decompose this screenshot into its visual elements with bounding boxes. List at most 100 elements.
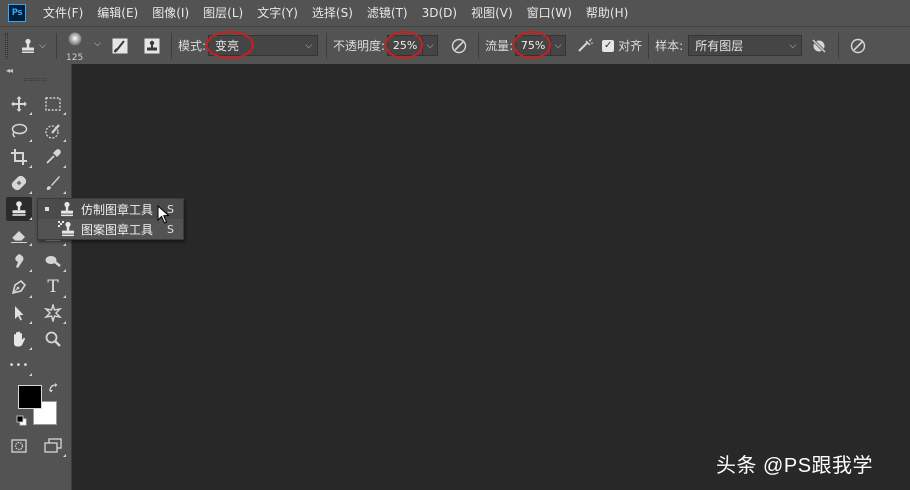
- healing-tool[interactable]: [6, 171, 32, 195]
- submenu-indicator: [63, 454, 66, 457]
- quick-mask-icon: [11, 439, 27, 453]
- aligned-checkbox[interactable]: ✓ 对齐: [602, 37, 642, 54]
- opacity-value: 25%: [392, 39, 418, 52]
- menu-filter[interactable]: 滤镜(T): [360, 0, 415, 26]
- default-colors-icon[interactable]: [16, 415, 28, 430]
- submenu-indicator: [29, 347, 32, 350]
- screen-mode-icon: [44, 438, 62, 453]
- chevron-down-icon: ⌵: [789, 40, 797, 51]
- menu-view[interactable]: 视图(V): [464, 0, 520, 26]
- submenu-indicator: [63, 321, 66, 324]
- aligned-label: 对齐: [618, 39, 643, 53]
- custom-shape-icon: [44, 304, 62, 322]
- submenu-indicator: [63, 295, 66, 298]
- ignore-adjustment-layers-button[interactable]: [806, 33, 832, 59]
- type-tool[interactable]: T: [40, 275, 66, 299]
- clone-source-button[interactable]: [139, 33, 165, 59]
- brush-panel-icon: [112, 38, 128, 53]
- divider: [648, 32, 650, 59]
- submenu-indicator: [29, 243, 32, 246]
- flow-label: 流量:: [485, 39, 514, 53]
- zoom-tool[interactable]: [40, 327, 66, 351]
- eraser-tool[interactable]: [6, 223, 32, 247]
- quick-select-tool[interactable]: [40, 119, 66, 143]
- submenu-indicator: [29, 112, 32, 115]
- flow-slider-toggle[interactable]: ⌵: [551, 35, 567, 56]
- ellipsis-icon: •••: [8, 359, 30, 371]
- menu-help[interactable]: 帮助(H): [579, 0, 635, 26]
- flyout-item-label: 仿制图章工具: [81, 202, 154, 217]
- divider: [478, 32, 480, 59]
- dodge-tool[interactable]: [40, 249, 66, 273]
- submenu-indicator: [63, 139, 66, 142]
- move-tool[interactable]: [6, 92, 32, 116]
- sample-dropdown[interactable]: 所有图层 ⌵: [688, 35, 803, 56]
- hand-icon: [14, 331, 26, 347]
- collapse-panel-icon[interactable]: ◂◂: [6, 66, 13, 75]
- submenu-indicator: [63, 191, 66, 194]
- crop-icon: [11, 149, 27, 165]
- blur-tool[interactable]: [6, 249, 32, 273]
- edit-toolbar-button[interactable]: •••: [6, 353, 32, 377]
- lasso-icon: [11, 123, 28, 138]
- clone-stamp-tool[interactable]: [6, 197, 32, 221]
- submenu-indicator: [63, 165, 66, 168]
- photoshop-logo: Ps: [8, 4, 26, 22]
- bandage-icon: [11, 175, 27, 191]
- menu-select[interactable]: 选择(S): [305, 0, 360, 26]
- pressure-opacity-button[interactable]: [446, 33, 472, 59]
- marquee-tool[interactable]: [40, 92, 66, 116]
- hand-tool[interactable]: [6, 327, 32, 351]
- mode-dropdown[interactable]: 变亮 ⌵: [206, 31, 319, 59]
- quick-mask-button[interactable]: [6, 434, 32, 458]
- chevron-down-icon: ⌵: [426, 40, 434, 51]
- menu-file[interactable]: 文件(F): [36, 0, 90, 26]
- eyedropper-tool[interactable]: [40, 145, 66, 169]
- chevron-down-icon: ⌵: [39, 40, 46, 51]
- selected-indicator: [45, 207, 49, 211]
- menu-edit[interactable]: 编辑(E): [90, 0, 145, 26]
- tool-preset-picker[interactable]: ⌵: [16, 33, 50, 59]
- brush-preset-picker[interactable]: 125 ⌵: [63, 29, 101, 63]
- chevron-down-icon: ⌵: [554, 40, 562, 51]
- options-bar-grip[interactable]: [5, 32, 8, 59]
- crop-tool[interactable]: [6, 145, 32, 169]
- submenu-indicator: [29, 217, 32, 220]
- panel-grip[interactable]: [24, 78, 46, 81]
- ignore-adjustment-icon: [812, 38, 827, 53]
- menu-layer[interactable]: 图层(L): [196, 0, 250, 26]
- quick-select-icon: [45, 124, 60, 139]
- brush-settings-button[interactable]: [107, 33, 133, 59]
- path-select-tool[interactable]: [6, 301, 32, 325]
- options-bar: ⌵ 125 ⌵ 模式: 变亮 ⌵ 不透明度: 25% ⌵ 流量: 75% ⌵ ✓…: [0, 26, 910, 64]
- menu-image[interactable]: 图像(I): [145, 0, 196, 26]
- pressure-size-button[interactable]: [845, 33, 871, 59]
- shape-tool[interactable]: [40, 301, 66, 325]
- opacity-slider-toggle[interactable]: ⌵: [423, 35, 439, 56]
- soft-brush-icon: [68, 32, 82, 45]
- lasso-tool[interactable]: [6, 119, 32, 143]
- pen-pressure-size-icon: [851, 38, 866, 53]
- move-icon: [11, 96, 27, 112]
- submenu-indicator: [29, 321, 32, 324]
- divider: [326, 32, 328, 59]
- brush-tool[interactable]: [40, 171, 66, 195]
- pattern-stamp-icon: [58, 220, 76, 238]
- pen-tool[interactable]: [6, 275, 32, 299]
- foreground-color-swatch[interactable]: [18, 385, 42, 409]
- flyout-item-label: 图案图章工具: [81, 222, 154, 237]
- menu-3d[interactable]: 3D(D): [415, 0, 464, 26]
- clone-stamp-icon: [12, 201, 26, 216]
- airbrush-button[interactable]: [572, 33, 598, 59]
- document-canvas-area[interactable]: [73, 64, 910, 490]
- opacity-input[interactable]: 25%: [385, 31, 424, 59]
- submenu-indicator: [29, 269, 32, 272]
- menu-type[interactable]: 文字(Y): [250, 0, 305, 26]
- swap-colors-icon[interactable]: [48, 382, 60, 397]
- screen-mode-button[interactable]: [40, 434, 66, 458]
- submenu-indicator: [29, 373, 32, 376]
- submenu-indicator: [63, 243, 66, 246]
- flow-input[interactable]: 75%: [513, 31, 552, 59]
- menu-window[interactable]: 窗口(W): [520, 0, 579, 26]
- chevron-down-icon: ⌵: [305, 40, 313, 51]
